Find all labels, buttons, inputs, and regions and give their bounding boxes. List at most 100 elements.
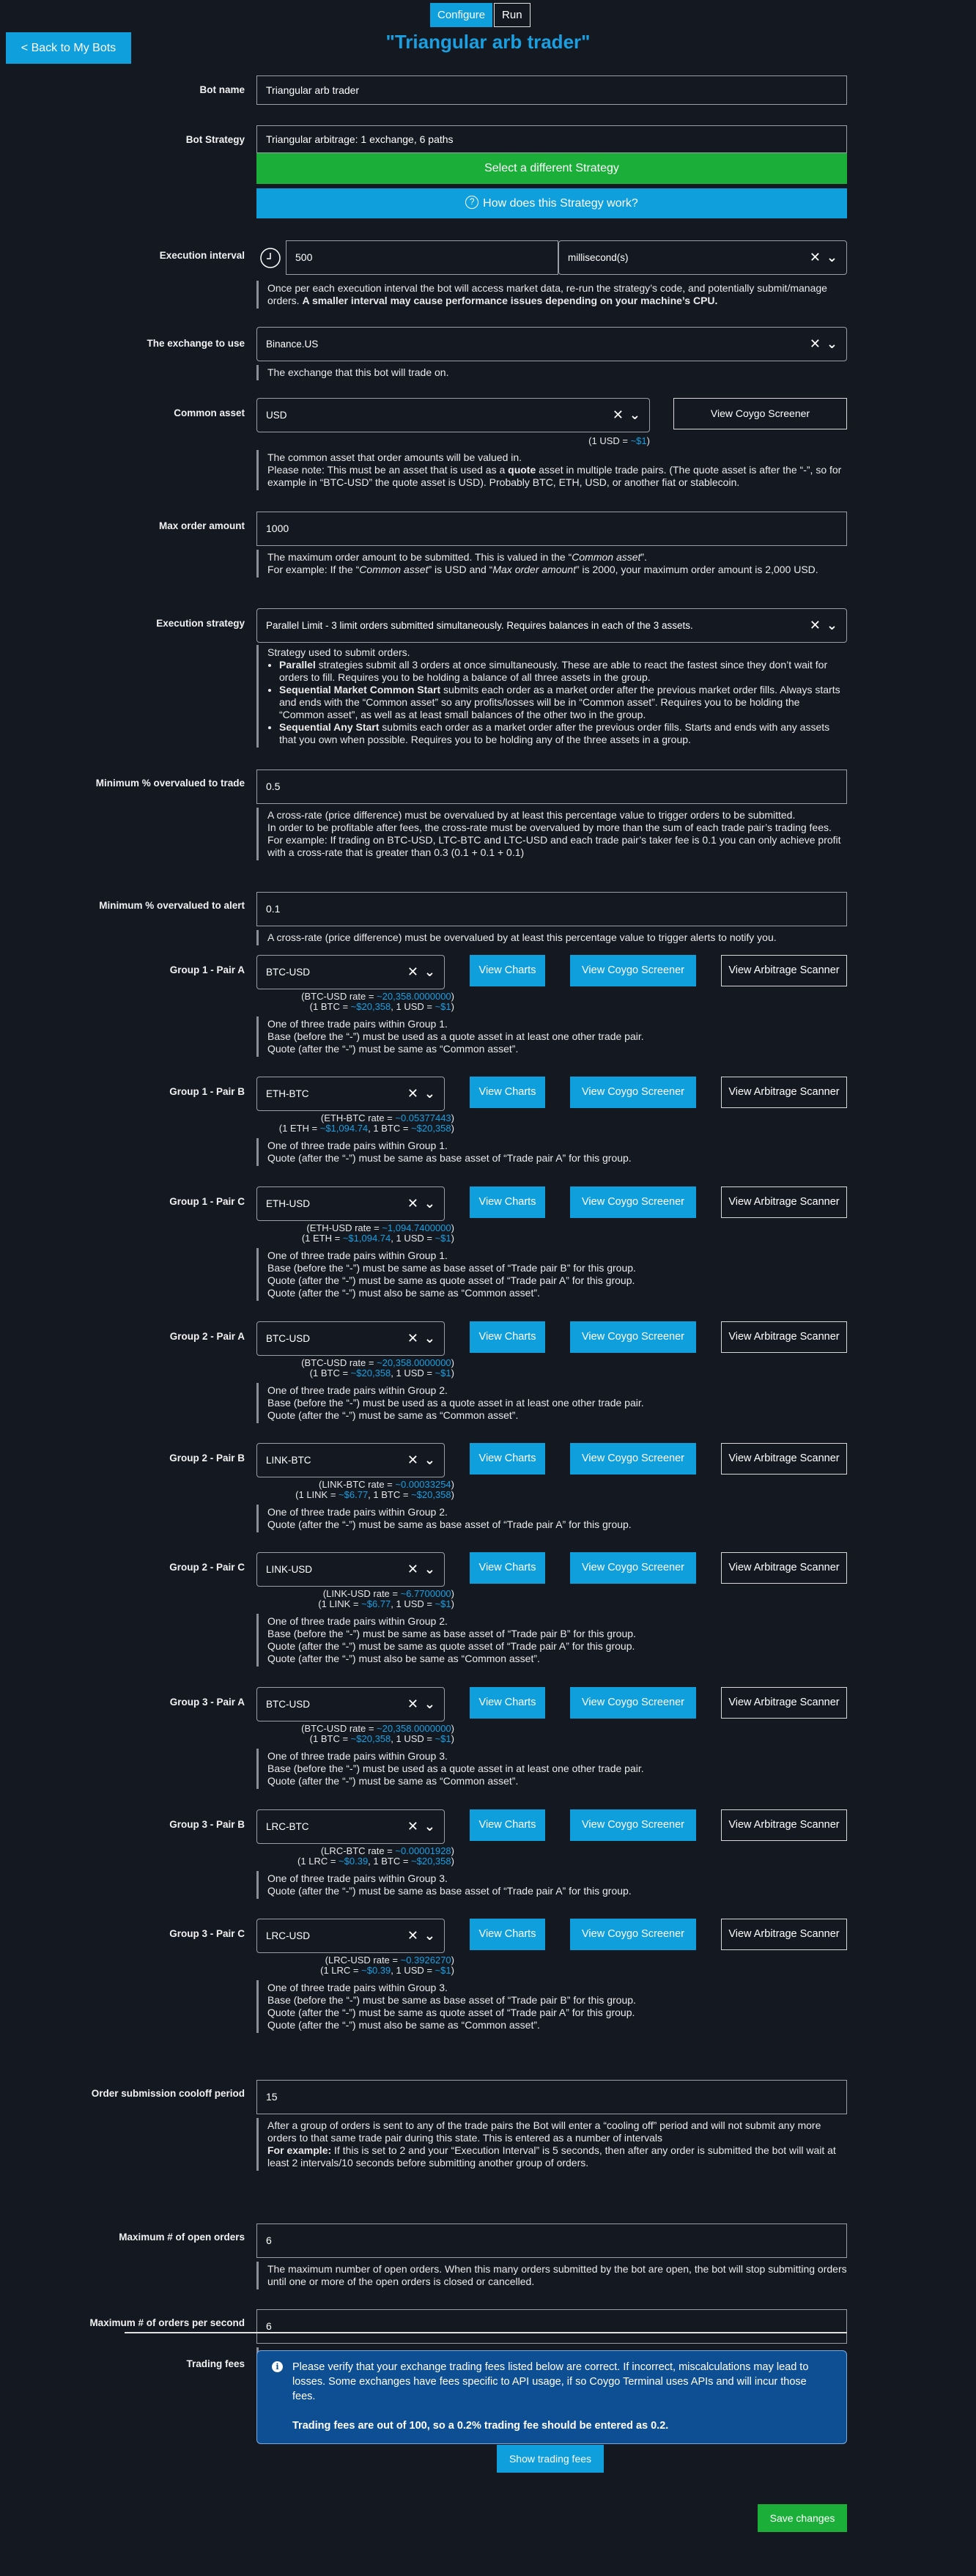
max-per-second-input[interactable]: 6: [256, 2309, 847, 2344]
clear-icon[interactable]: ✕: [407, 1562, 418, 1577]
clear-icon[interactable]: ✕: [810, 250, 821, 265]
show-trading-fees-button[interactable]: Show trading fees: [497, 2445, 604, 2473]
trade-pair-select[interactable]: LINK-USD ✕ ⌄: [256, 1552, 445, 1587]
view-coygo-screener-button[interactable]: View Coygo Screener: [570, 1186, 696, 1218]
view-charts-button[interactable]: View Charts: [470, 1687, 545, 1719]
clear-icon[interactable]: ✕: [407, 1331, 418, 1346]
view-coygo-screener-button[interactable]: View Coygo Screener: [570, 1552, 696, 1584]
chevron-down-icon[interactable]: ⌄: [424, 1819, 435, 1834]
trade-pair-help: One of three trade pairs within Group 3.…: [256, 1871, 847, 1899]
bot-name-input[interactable]: Triangular arb trader: [256, 75, 847, 105]
clear-icon[interactable]: ✕: [810, 336, 821, 352]
exchange-select[interactable]: Binance.US ✕ ⌄: [256, 327, 847, 361]
view-coygo-screener-button[interactable]: View Coygo Screener: [570, 1919, 696, 1950]
save-changes-button[interactable]: Save changes: [758, 2504, 847, 2532]
view-coygo-screener-button[interactable]: View Coygo Screener: [570, 1809, 696, 1841]
chevron-down-icon[interactable]: ⌄: [827, 250, 838, 265]
view-coygo-screener-button[interactable]: View Coygo Screener: [570, 1443, 696, 1475]
trading-fees-label: Trading fees: [186, 2358, 245, 2369]
view-charts-button[interactable]: View Charts: [470, 1443, 545, 1475]
trade-pair-select[interactable]: LINK-BTC ✕ ⌄: [256, 1443, 445, 1477]
view-arbitrage-scanner-button[interactable]: View Arbitrage Scanner: [721, 955, 847, 986]
view-charts-button[interactable]: View Charts: [470, 1919, 545, 1950]
trade-pair-label: Group 3 - Pair B: [169, 1819, 245, 1830]
view-charts-button[interactable]: View Charts: [470, 1186, 545, 1218]
bot-name-row: Bot name Triangular arb trader: [0, 75, 847, 105]
chevron-down-icon[interactable]: ⌄: [424, 1331, 435, 1346]
execution-interval-input[interactable]: 500: [286, 240, 558, 275]
view-coygo-screener-button[interactable]: View Coygo Screener: [570, 1321, 696, 1353]
trade-pair-select[interactable]: BTC-USD ✕ ⌄: [256, 955, 445, 989]
clear-icon[interactable]: ✕: [407, 1697, 418, 1712]
trade-pair-value: ETH-USD: [266, 1198, 310, 1209]
info-icon: i: [272, 2361, 283, 2372]
view-arbitrage-scanner-button[interactable]: View Arbitrage Scanner: [721, 1809, 847, 1841]
view-arbitrage-scanner-button[interactable]: View Arbitrage Scanner: [721, 1687, 847, 1719]
clear-icon[interactable]: ✕: [407, 964, 418, 980]
view-arbitrage-scanner-button[interactable]: View Arbitrage Scanner: [721, 1919, 847, 1950]
chevron-down-icon[interactable]: ⌄: [827, 336, 838, 352]
trade-pair-row: Group 1 - Pair A BTC-USD ✕ ⌄ View Charts …: [0, 955, 847, 1057]
view-coygo-screener-button[interactable]: View Coygo Screener: [570, 955, 696, 986]
cooloff-input[interactable]: 15: [256, 2080, 847, 2114]
min-trade-input[interactable]: 0.5: [256, 770, 847, 804]
chevron-down-icon[interactable]: ⌄: [424, 1928, 435, 1944]
select-different-strategy-button[interactable]: Select a different Strategy: [256, 153, 847, 184]
execution-strategy-select[interactable]: Parallel Limit - 3 limit orders submitte…: [256, 608, 847, 643]
trade-pair-value: LRC-BTC: [266, 1821, 309, 1832]
clear-icon[interactable]: ✕: [407, 1086, 418, 1101]
trade-pair-help: One of three trade pairs within Group 2.…: [256, 1383, 847, 1423]
view-charts-button[interactable]: View Charts: [470, 1552, 545, 1584]
chevron-down-icon[interactable]: ⌄: [424, 1562, 435, 1577]
trade-pair-select[interactable]: LRC-USD ✕ ⌄: [256, 1919, 445, 1953]
view-charts-button[interactable]: View Charts: [470, 1077, 545, 1108]
clear-icon[interactable]: ✕: [407, 1453, 418, 1468]
trade-pair-row: Group 2 - Pair B LINK-BTC ✕ ⌄ View Charts…: [0, 1443, 847, 1532]
trade-pair-rate: (LRC-USD rate = ~0.3926270) (1 LRC = ~$0…: [320, 1955, 454, 1976]
chevron-down-icon[interactable]: ⌄: [424, 964, 435, 980]
common-asset-value: USD: [266, 410, 287, 421]
view-charts-button[interactable]: View Charts: [470, 955, 545, 986]
trade-pair-select[interactable]: BTC-USD ✕ ⌄: [256, 1687, 445, 1721]
chevron-down-icon[interactable]: ⌄: [424, 1086, 435, 1101]
trade-pair-select[interactable]: BTC-USD ✕ ⌄: [256, 1321, 445, 1356]
clear-icon[interactable]: ✕: [407, 1928, 418, 1944]
clear-icon[interactable]: ✕: [407, 1819, 418, 1834]
max-order-input[interactable]: 1000: [256, 512, 847, 546]
tab-run[interactable]: Run: [494, 3, 530, 27]
common-asset-coygo-screener-button[interactable]: View Coygo Screener: [673, 398, 847, 429]
clear-icon[interactable]: ✕: [613, 407, 624, 423]
trade-pair-value: BTC-USD: [266, 1333, 310, 1344]
tab-configure[interactable]: Configure: [430, 3, 493, 27]
page-title: "Triangular arb trader": [385, 31, 591, 53]
view-arbitrage-scanner-button[interactable]: View Arbitrage Scanner: [721, 1186, 847, 1218]
view-arbitrage-scanner-button[interactable]: View Arbitrage Scanner: [721, 1077, 847, 1108]
trade-pair-select[interactable]: LRC-BTC ✕ ⌄: [256, 1809, 445, 1844]
clear-icon[interactable]: ✕: [407, 1196, 418, 1211]
view-arbitrage-scanner-button[interactable]: View Arbitrage Scanner: [721, 1321, 847, 1353]
min-alert-input[interactable]: 0.1: [256, 892, 847, 926]
trade-pair-select[interactable]: ETH-USD ✕ ⌄: [256, 1186, 445, 1221]
chevron-down-icon[interactable]: ⌄: [424, 1196, 435, 1211]
trade-pair-row: Group 2 - Pair C LINK-USD ✕ ⌄ View Charts…: [0, 1552, 847, 1667]
chevron-down-icon[interactable]: ⌄: [629, 407, 640, 423]
view-coygo-screener-button[interactable]: View Coygo Screener: [570, 1687, 696, 1719]
view-arbitrage-scanner-button[interactable]: View Arbitrage Scanner: [721, 1552, 847, 1584]
common-asset-select[interactable]: USD ✕ ⌄: [256, 398, 650, 432]
max-open-input[interactable]: 6: [256, 2223, 847, 2258]
view-charts-button[interactable]: View Charts: [470, 1809, 545, 1841]
max-open-row: Maximum # of open orders 6 The maximum n…: [0, 2223, 847, 2289]
how-strategy-works-button[interactable]: ? How does this Strategy work?: [256, 188, 847, 218]
clear-icon[interactable]: ✕: [810, 618, 821, 633]
trade-pair-select[interactable]: ETH-BTC ✕ ⌄: [256, 1077, 445, 1111]
chevron-down-icon[interactable]: ⌄: [424, 1453, 435, 1468]
chevron-down-icon[interactable]: ⌄: [424, 1697, 435, 1712]
interval-unit-select[interactable]: millisecond(s) ✕ ⌄: [558, 240, 847, 275]
trade-pair-rate: (BTC-USD rate = ~20,358.0000000) (1 BTC …: [301, 991, 454, 1012]
view-coygo-screener-button[interactable]: View Coygo Screener: [570, 1077, 696, 1108]
view-charts-button[interactable]: View Charts: [470, 1321, 545, 1353]
chevron-down-icon[interactable]: ⌄: [827, 618, 838, 633]
view-arbitrage-scanner-button[interactable]: View Arbitrage Scanner: [721, 1443, 847, 1475]
trade-pair-label: Group 2 - Pair C: [169, 1562, 245, 1573]
trade-pair-rate: (BTC-USD rate = ~20,358.0000000) (1 BTC …: [301, 1357, 454, 1379]
